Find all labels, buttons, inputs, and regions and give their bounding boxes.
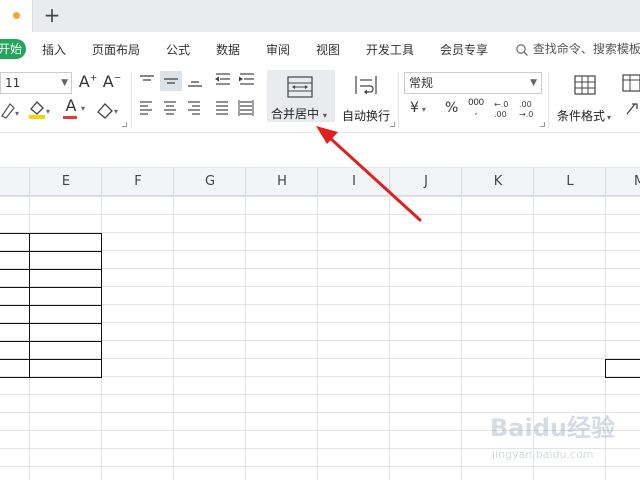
annotation-arrow bbox=[316, 126, 422, 222]
